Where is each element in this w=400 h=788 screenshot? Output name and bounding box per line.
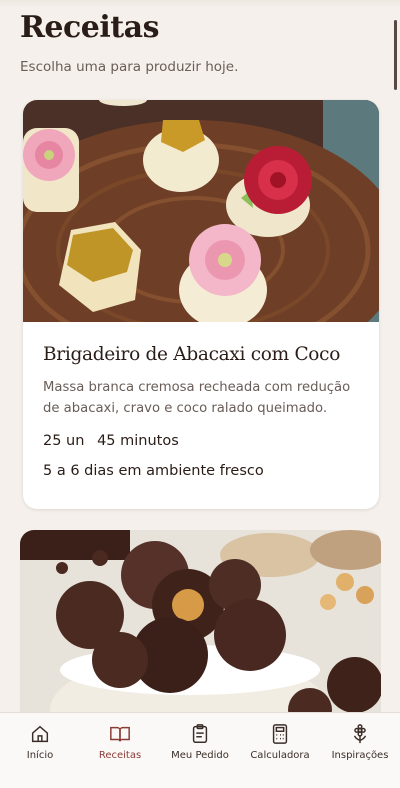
book-icon [110,726,130,742]
recipe-card-2[interactable] [20,530,381,730]
flower-icon [353,724,367,744]
recipe-image-2 [20,530,381,730]
bottom-nav: Início Receitas Meu Pedido Calculadora I… [0,712,400,788]
nav-label-calculadora: Calculadora [250,750,310,761]
calculator-icon [272,724,288,744]
nav-label-inspiracoes: Inspirações [331,750,389,761]
page-subtitle: Escolha uma para produzir hoje. [20,59,239,75]
recipe-meta: 25 un 45 minutos [43,433,359,449]
home-icon [31,725,49,743]
recipe-shelf-life: 5 a 6 dias em ambiente fresco [43,463,264,479]
clipboard-icon [192,724,208,743]
nav-item-inicio[interactable]: Início [1,723,79,761]
page-header: Receitas Escolha uma para produzir hoje. [20,10,238,75]
nav-label-receitas: Receitas [98,750,142,761]
nav-item-receitas[interactable]: Receitas [81,723,159,761]
recipe-card[interactable]: Brigadeiro de Abacaxi com Coco Massa bra… [23,100,379,509]
nav-item-meu-pedido[interactable]: Meu Pedido [161,723,239,761]
nav-item-calculadora[interactable]: Calculadora [241,723,319,761]
nav-label-inicio: Início [26,750,54,761]
nav-item-inspiracoes[interactable]: Inspirações [321,723,399,761]
recipe-title: Brigadeiro de Abacaxi com Coco [43,344,341,365]
page-title: Receitas [20,10,159,45]
recipe-time: 45 minutos [97,433,179,449]
status-bar [0,0,400,8]
recipe-image [23,100,379,322]
nav-label-meu-pedido: Meu Pedido [171,750,229,761]
recipe-yield: 25 un [43,433,85,449]
scrollbar[interactable] [394,20,397,90]
recipe-description: Massa branca cremosa recheada com reduçã… [43,380,351,416]
